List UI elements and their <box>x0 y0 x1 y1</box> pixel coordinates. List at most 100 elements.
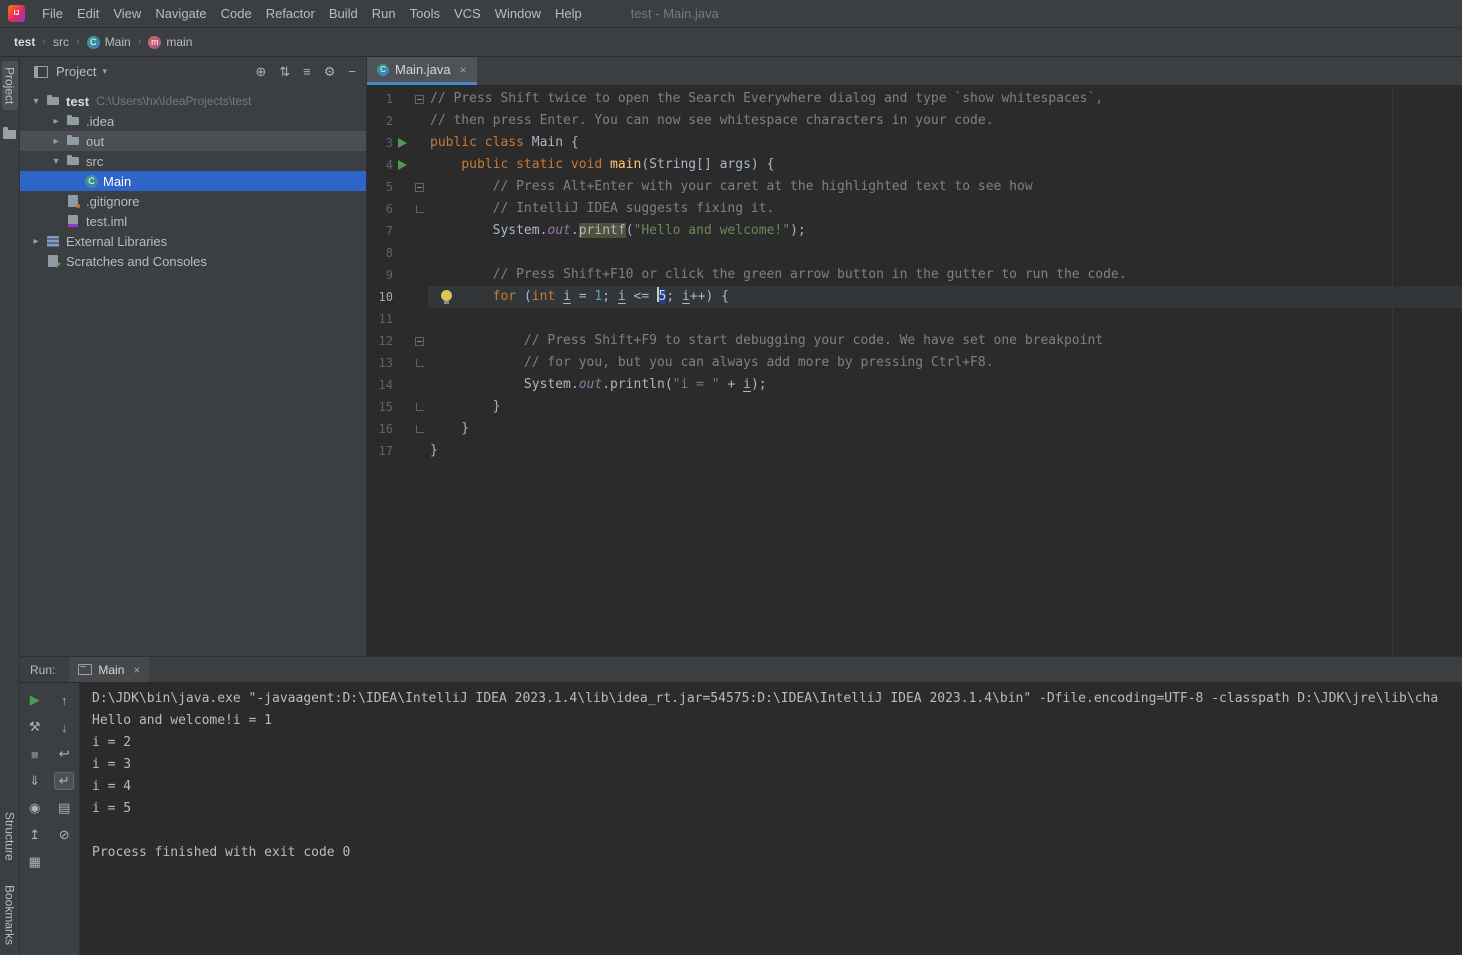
tree-item-scratches-and-consoles[interactable]: Scratches and Consoles <box>20 251 366 271</box>
chevron-right-icon[interactable]: ▸ <box>48 116 64 127</box>
code-line-4[interactable]: 4 public static void main(String[] args)… <box>367 154 1462 176</box>
stripe-button-structure[interactable]: Structure <box>2 806 18 867</box>
clear-all-icon[interactable]: ⊘ <box>54 826 74 844</box>
settings-wrench-icon[interactable]: ⚒ <box>25 718 45 736</box>
menu-code[interactable]: Code <box>214 3 259 24</box>
folder-stripe-icon[interactable] <box>3 127 16 140</box>
dump-threads-icon[interactable]: ⇓ <box>25 772 45 790</box>
chevron-down-icon[interactable]: ▾ <box>28 96 44 107</box>
stop-icon[interactable]: ■ <box>25 745 45 763</box>
stripe-button-project[interactable]: Project <box>1 61 18 111</box>
tree-item-out[interactable]: ▸ out <box>20 131 366 151</box>
project-panel-title[interactable]: Project <box>56 64 96 79</box>
code-line-16[interactable]: 16 } <box>367 418 1462 440</box>
breadcrumb-main[interactable]: m main <box>148 35 192 49</box>
menu-navigate[interactable]: Navigate <box>148 3 213 24</box>
code-line-10[interactable]: 10 for (int i = 1; i <= 5; i++) { <box>367 286 1462 308</box>
breadcrumb-separator: › <box>42 36 47 48</box>
chevron-down-icon[interactable]: ▾ <box>102 66 107 77</box>
code-line-12[interactable]: 12 // Press Shift+F9 to start debugging … <box>367 330 1462 352</box>
soft-wrap-icon[interactable]: ↵ <box>54 772 75 790</box>
run-console[interactable]: D:\JDK\bin\java.exe "-javaagent:D:\IDEA\… <box>80 683 1462 955</box>
menu-refactor[interactable]: Refactor <box>259 3 322 24</box>
code-line-6[interactable]: 6 // IntelliJ IDEA suggests fixing it. <box>367 198 1462 220</box>
rerun-icon[interactable]: ▶ <box>25 691 45 709</box>
menu-view[interactable]: View <box>106 3 148 24</box>
code-line-3[interactable]: 3 public class Main { <box>367 132 1462 154</box>
tree-item--idea[interactable]: ▸ .idea <box>20 111 366 131</box>
console-line-1: D:\JDK\bin\java.exe "-javaagent:D:\IDEA\… <box>92 691 1439 706</box>
line-number: 1 <box>385 92 393 106</box>
tree-item-test-iml[interactable]: test.iml <box>20 211 366 231</box>
chevron-down-icon[interactable]: ▾ <box>48 156 64 167</box>
run-line-icon[interactable] <box>397 160 407 170</box>
menu-help[interactable]: Help <box>548 3 589 24</box>
tool-window-stripe: Project Structure Bookmarks <box>0 57 20 955</box>
project-window-icon <box>34 65 48 78</box>
tree-item--gitignore[interactable]: .gitignore <box>20 191 366 211</box>
code-line-8[interactable]: 8 <box>367 242 1462 264</box>
run-line-icon[interactable] <box>397 138 407 148</box>
hide-icon[interactable]: − <box>348 64 356 79</box>
line-wrap-icon[interactable]: ↩ <box>54 745 74 763</box>
line-number: 8 <box>385 246 393 260</box>
tree-item-src[interactable]: ▾ src <box>20 151 366 171</box>
line-number: 4 <box>385 158 393 172</box>
code-line-13[interactable]: 13 // for you, but you can always add mo… <box>367 352 1462 374</box>
close-icon[interactable]: × <box>133 663 140 677</box>
layout-icon[interactable]: ▦ <box>25 853 45 871</box>
menu-build[interactable]: Build <box>322 3 365 24</box>
select-opened-file-icon[interactable]: ⊕ <box>255 64 266 80</box>
editor-tab-main-java[interactable]: C Main.java × <box>367 57 477 85</box>
menu-vcs[interactable]: VCS <box>447 3 488 24</box>
expand-all-icon[interactable]: ⇅ <box>279 64 290 80</box>
breadcrumb-src[interactable]: src <box>53 35 69 49</box>
menu-tools[interactable]: Tools <box>403 3 447 24</box>
breadcrumb-main[interactable]: C Main <box>86 35 131 49</box>
run-tab-main[interactable]: Main × <box>69 657 150 682</box>
chevron-right-icon[interactable]: ▸ <box>48 136 64 147</box>
code-line-1[interactable]: 1// Press Shift twice to open the Search… <box>367 88 1462 110</box>
close-icon[interactable]: × <box>460 63 467 77</box>
fold-end-icon[interactable] <box>415 205 424 213</box>
screenshot-icon[interactable]: ◉ <box>25 799 45 817</box>
fold-end-icon[interactable] <box>415 359 424 367</box>
settings-icon[interactable]: ⚙ <box>324 64 336 80</box>
code-line-2[interactable]: 2// then press Enter. You can now see wh… <box>367 110 1462 132</box>
console-line-5: i = 4 <box>92 779 132 794</box>
fold-end-icon[interactable] <box>415 403 424 411</box>
code-line-5[interactable]: 5 // Press Alt+Enter with your caret at … <box>367 176 1462 198</box>
folder-icon <box>65 153 81 169</box>
menu-file[interactable]: File <box>35 3 70 24</box>
export-icon[interactable]: ↥ <box>25 826 45 844</box>
menu-window[interactable]: Window <box>488 3 548 24</box>
code-line-9[interactable]: 9 // Press Shift+F10 or click the green … <box>367 264 1462 286</box>
code-line-11[interactable]: 11 <box>367 308 1462 330</box>
menu-edit[interactable]: Edit <box>70 3 106 24</box>
editor-code-area[interactable]: 1// Press Shift twice to open the Search… <box>367 86 1462 656</box>
tree-item-external-libraries[interactable]: ▸ External Libraries <box>20 231 366 251</box>
tree-item-test[interactable]: ▾ test C:\Users\hx\IdeaProjects\test <box>20 91 366 111</box>
fold-collapse-icon[interactable] <box>415 182 424 192</box>
code-line-15[interactable]: 15 } <box>367 396 1462 418</box>
menu-items: File Edit View Navigate Code Refactor Build Run… <box>35 3 589 24</box>
collapse-all-icon[interactable]: ≡ <box>303 64 311 79</box>
breadcrumb-test[interactable]: test <box>14 35 35 49</box>
code-line-14[interactable]: 14 System.out.println("i = " + i); <box>367 374 1462 396</box>
code-line-7[interactable]: 7 System.out.printf("Hello and welcome!"… <box>367 220 1462 242</box>
chevron-right-icon[interactable]: ▸ <box>28 236 44 247</box>
fold-collapse-icon[interactable] <box>415 94 424 104</box>
code-line-17[interactable]: 17} <box>367 440 1462 462</box>
stripe-top: Project <box>1 61 18 140</box>
folder-icon <box>65 133 81 149</box>
stripe-button-bookmarks[interactable]: Bookmarks <box>2 879 18 951</box>
menu-run[interactable]: Run <box>365 3 403 24</box>
fold-end-icon[interactable] <box>415 425 424 433</box>
tree-item-main[interactable]: C Main <box>20 171 366 191</box>
scroll-down-icon[interactable]: ↓ <box>54 718 74 736</box>
intention-bulb-icon[interactable] <box>441 290 452 304</box>
fold-collapse-icon[interactable] <box>415 336 424 346</box>
print-icon[interactable]: ▤ <box>54 799 74 817</box>
scroll-up-icon[interactable]: ↑ <box>54 691 74 709</box>
line-number: 2 <box>385 114 393 128</box>
